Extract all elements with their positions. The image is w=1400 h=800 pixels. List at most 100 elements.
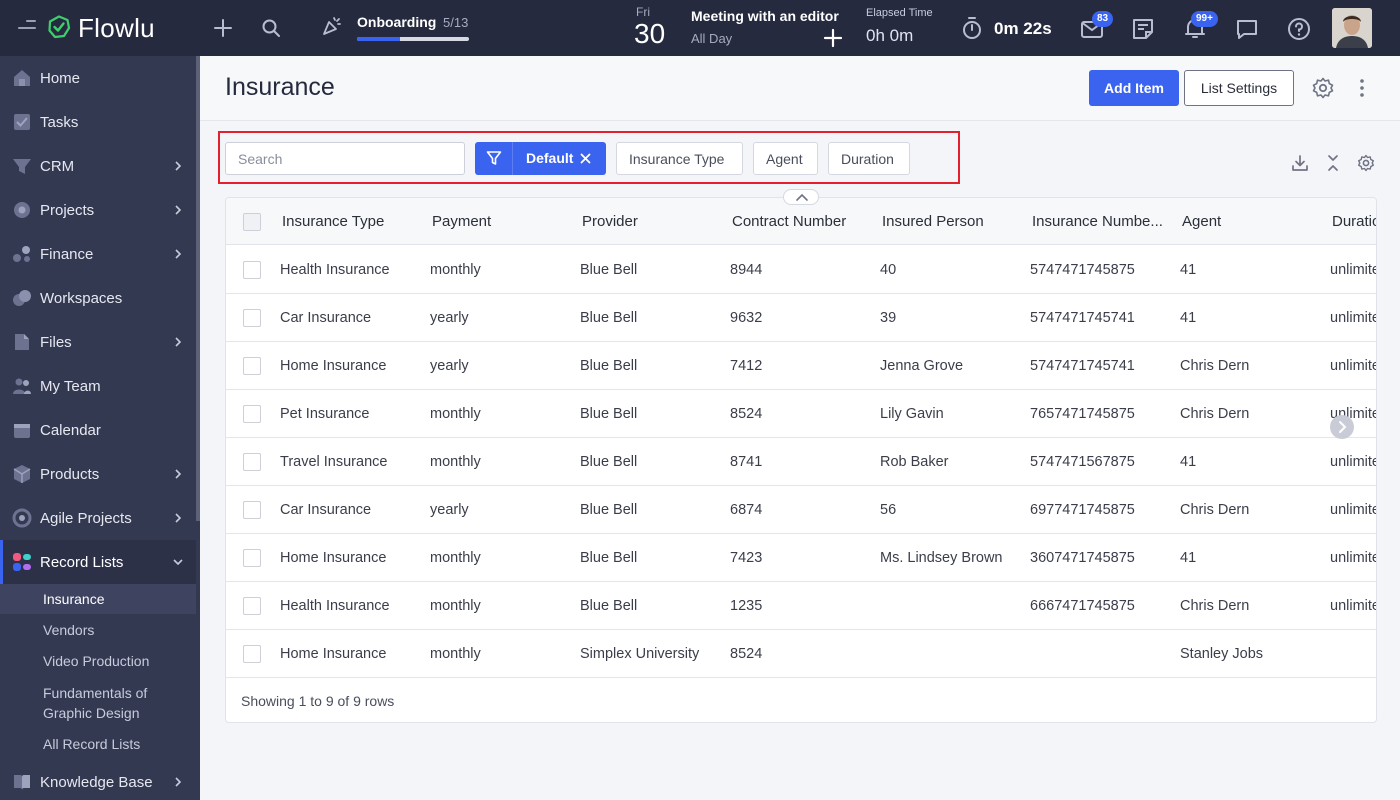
column-header[interactable]: Payment <box>432 213 491 230</box>
menu-toggle-icon[interactable] <box>18 20 38 36</box>
row-checkbox[interactable] <box>243 549 261 567</box>
scroll-right-button[interactable] <box>1330 415 1354 439</box>
sidebar-item-knowledge-base[interactable]: Knowledge Base <box>0 760 196 800</box>
row-checkbox[interactable] <box>243 309 261 327</box>
sidebar-item-projects[interactable]: Projects <box>0 188 196 232</box>
filter-chip-duration[interactable]: Duration <box>828 142 910 175</box>
select-all-checkbox[interactable] <box>243 213 261 231</box>
row-checkbox[interactable] <box>243 501 261 519</box>
table-cell: Health Insurance <box>280 262 390 278</box>
table-row[interactable]: Health Insurance monthly Blue Bell 1235 6667… <box>226 582 1376 630</box>
sidebar-item-tasks[interactable]: Tasks <box>0 100 196 144</box>
sub-item-vendors[interactable]: Vendors <box>0 620 196 640</box>
stopwatch-icon[interactable] <box>961 16 983 40</box>
table-cell: 40 <box>880 262 897 278</box>
table-row[interactable]: Travel Insurance monthly Blue Bell 8741 Rob … <box>226 438 1376 486</box>
sidebar-item-workspaces[interactable]: Workspaces <box>0 276 196 320</box>
sidebar-item-products[interactable]: Products <box>0 452 196 496</box>
search-input[interactable] <box>225 142 465 175</box>
filter-toggle[interactable] <box>475 142 513 175</box>
crm-icon <box>13 159 31 174</box>
table-cell: Chris Dern <box>1180 358 1250 374</box>
column-header[interactable]: Contract Number <box>732 213 846 230</box>
table-row[interactable]: Home Insurance monthly Simplex University 8… <box>226 630 1376 678</box>
active-indicator <box>0 540 3 584</box>
column-header[interactable]: Insured Person <box>882 213 984 230</box>
row-checkbox[interactable] <box>243 645 261 663</box>
table-row[interactable]: Car Insurance yearly Blue Bell 6874 56 697747… <box>226 486 1376 534</box>
sidebar-item-label: Knowledge Base <box>40 773 153 791</box>
table-cell: Chris Dern <box>1180 502 1250 518</box>
sidebar-item-label: Home <box>40 69 81 87</box>
sidebar-item-my-team[interactable]: My Team <box>0 364 196 408</box>
table-cell: Car Insurance <box>280 502 372 518</box>
plus-icon[interactable] <box>212 17 234 39</box>
table-cell: 41 <box>1180 310 1197 326</box>
sidebar-item-files[interactable]: Files <box>0 320 196 364</box>
row-checkbox[interactable] <box>243 357 261 375</box>
column-header[interactable]: Agent <box>1182 213 1221 230</box>
sidebar-item-agile-projects[interactable]: Agile Projects <box>0 496 196 540</box>
table-row[interactable]: Home Insurance yearly Blue Bell 7412 Jenna G… <box>226 342 1377 390</box>
row-checkbox[interactable] <box>243 453 261 471</box>
team-icon <box>13 378 31 394</box>
app-name: Flowlu <box>78 13 155 43</box>
gear-icon[interactable] <box>1311 76 1335 100</box>
collapse-filters-toggle[interactable] <box>783 189 819 205</box>
column-header[interactable]: Duratio <box>1332 213 1376 230</box>
filter-chip-insurance-type[interactable]: Insurance Type <box>616 142 743 175</box>
table-cell: unlimite <box>1330 262 1377 278</box>
onboarding-icon[interactable] <box>320 14 344 38</box>
sidebar-item-crm[interactable]: CRM <box>0 144 196 188</box>
sub-item-insurance[interactable]: Insurance <box>0 584 196 614</box>
table-cell: 7423 <box>730 550 763 566</box>
elapsed-time-value: 0h 0m <box>866 26 914 45</box>
add-event-icon[interactable] <box>823 28 843 48</box>
row-checkbox[interactable] <box>243 261 261 279</box>
onboarding-progress <box>357 37 469 41</box>
chat-icon[interactable] <box>1234 16 1260 42</box>
chevron-down-icon <box>173 559 183 566</box>
sidebar-item-finance[interactable]: Finance <box>0 232 196 276</box>
sidebar-item-record-lists[interactable]: Record Lists <box>0 540 196 584</box>
filter-chip-agent[interactable]: Agent <box>753 142 818 175</box>
more-vertical-icon[interactable] <box>1354 78 1370 98</box>
notes-icon[interactable] <box>1130 16 1156 42</box>
chevron-right-icon <box>175 513 182 523</box>
timer-value[interactable]: 0m 22s <box>994 19 1052 39</box>
search-icon[interactable] <box>261 18 281 38</box>
column-header[interactable]: Insurance Type <box>282 213 384 230</box>
sub-item-graphic-design[interactable]: Fundamentals of Graphic Design <box>0 683 165 723</box>
row-checkbox[interactable] <box>243 405 261 423</box>
list-settings-button[interactable]: List Settings <box>1184 70 1294 106</box>
sidebar-item-calendar[interactable]: Calendar <box>0 408 196 452</box>
filter-icon <box>486 151 502 165</box>
sidebar-item-label: Tasks <box>40 113 79 131</box>
table-row[interactable]: Car Insurance yearly Blue Bell 9632 39 574747… <box>226 294 1376 342</box>
table-row[interactable]: Pet Insurance monthly Blue Bell 8524 Lily Ga… <box>226 390 1376 438</box>
active-filter-label: Default <box>526 150 574 166</box>
help-icon[interactable] <box>1286 16 1312 42</box>
default-filter-button[interactable]: Default <box>475 142 606 175</box>
sub-item-video-production[interactable]: Video Production <box>0 651 196 671</box>
chevron-right-icon <box>175 161 182 171</box>
table-cell: unlimite <box>1330 358 1377 374</box>
row-checkbox[interactable] <box>243 597 261 615</box>
table-settings-icon[interactable] <box>1357 154 1375 172</box>
table-row[interactable]: Health Insurance monthly Blue Bell 8944 40 57… <box>226 246 1377 294</box>
table-cell: 6874 <box>730 502 763 518</box>
top-bar: Flowlu Onboarding 5/13 Fri 30 Meeting wi… <box>0 0 1400 56</box>
table-row[interactable]: Home Insurance monthly Blue Bell 7423 Ms. Li… <box>226 534 1376 582</box>
column-header[interactable]: Provider <box>582 213 638 230</box>
onboarding-label[interactable]: Onboarding <box>357 14 436 30</box>
add-item-button[interactable]: Add Item <box>1089 70 1179 106</box>
sub-item-all-record-lists[interactable]: All Record Lists <box>0 734 196 754</box>
column-header[interactable]: Insurance Numbe... <box>1032 213 1163 230</box>
collapse-rows-icon[interactable] <box>1325 154 1341 172</box>
user-avatar[interactable] <box>1332 8 1372 48</box>
sidebar-item-home[interactable]: Home <box>0 56 196 100</box>
event-title[interactable]: Meeting with an editor <box>691 8 839 24</box>
close-icon[interactable] <box>580 153 591 164</box>
download-icon[interactable] <box>1291 154 1309 172</box>
table-cell: 5747471567875 <box>1030 454 1135 470</box>
